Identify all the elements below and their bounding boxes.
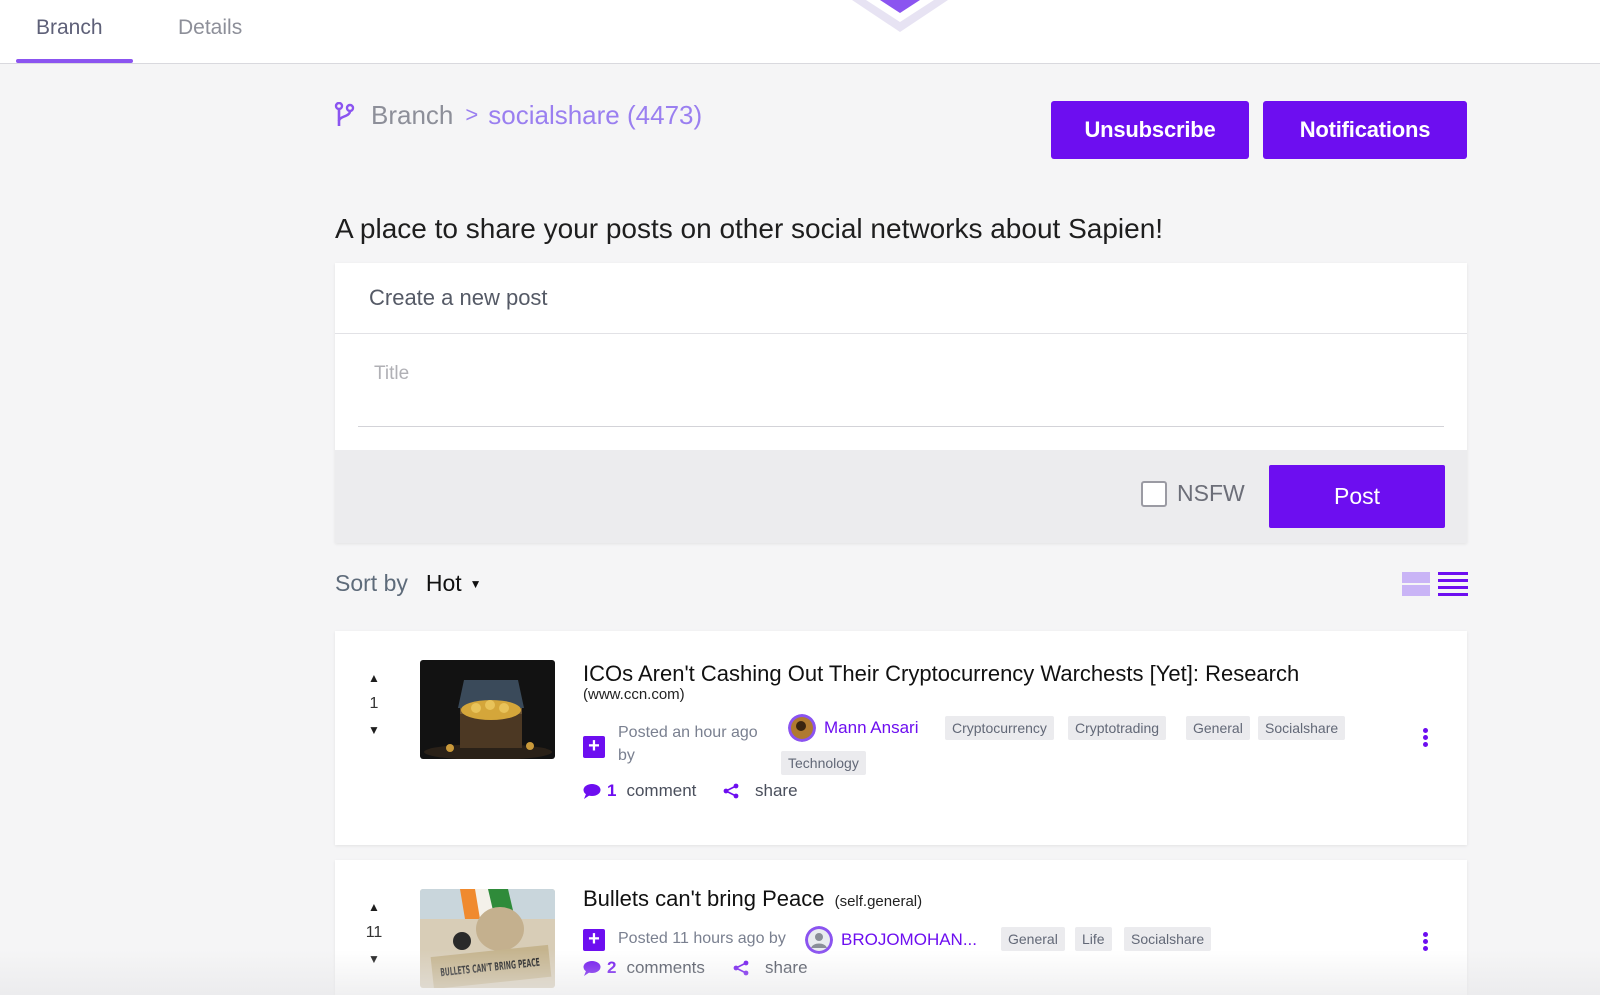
share-label: share [755,781,798,800]
downvote-icon[interactable]: ▼ [363,952,385,966]
post-title-text[interactable]: Bullets can't bring Peace [583,886,824,911]
caret-down-icon[interactable]: ▼ [470,577,482,591]
author-name[interactable]: Mann Ansari [824,718,919,738]
post-domain[interactable]: (self.general) [835,893,923,910]
tag-technology[interactable]: Technology [781,751,866,775]
tag-socialshare[interactable]: Socialshare [1124,927,1212,951]
post-time: Posted an hour ago [618,724,758,741]
breadcrumb-current: socialshare (4473) [488,99,703,130]
comment-label: comment [626,781,697,800]
comment-icon [583,784,601,799]
post-thumbnail[interactable] [420,660,555,759]
nsfw-checkbox[interactable]: NSFW [1141,480,1245,507]
tag-general[interactable]: General [1186,716,1250,740]
comment-count: 2 [607,958,617,977]
tag-cryptotrading[interactable]: Cryptotrading [1068,716,1167,740]
branch-icon [334,102,355,126]
list-view-icon[interactable] [1438,570,1468,598]
post-author[interactable]: BROJOMOHAN... [805,926,977,954]
share-label: share [765,958,808,977]
tab-branch[interactable]: Branch [36,0,103,63]
more-options-icon[interactable] [1423,932,1429,953]
avatar [805,926,833,954]
add-to-collection-button[interactable]: + [583,929,605,951]
nsfw-checkbox-box[interactable] [1141,480,1167,507]
sort-value[interactable]: Hot [426,570,462,597]
comment-icon [583,961,601,976]
share-icon [723,783,739,799]
breadcrumb: Branch > socialshare (4473) [333,97,702,133]
upvote-icon[interactable]: ▲ [363,900,385,914]
tag-socialshare[interactable]: Socialshare [1258,716,1346,740]
share-link[interactable]: share [723,781,798,801]
comments-link[interactable]: 2 comments [583,958,705,978]
breadcrumb-home[interactable]: Branch [371,100,453,131]
branch-description: A place to share your posts on other soc… [335,213,1164,244]
unsubscribe-button[interactable]: Unsubscribe [1051,101,1249,159]
composer-heading: Create a new post [335,263,1467,334]
nsfw-label: NSFW [1177,480,1245,506]
tag-general[interactable]: General [1001,927,1065,951]
tab-details[interactable]: Details [178,0,242,63]
card-view-icon[interactable] [1402,570,1430,598]
comment-count: 1 [607,781,617,800]
post-author[interactable]: Mann Ansari [788,714,919,742]
post-score: 1 [369,695,379,712]
post-title[interactable]: ICOs Aren't Cashing Out Their Cryptocurr… [583,661,1299,687]
post-card: ▲ 11 ▼ BULLETS CAN'T BRING PEACE Bullets… [335,860,1467,995]
post-button[interactable]: Post [1269,465,1445,528]
share-icon [733,960,749,976]
post-composer: Create a new post NSFW Post [335,263,1467,543]
view-toggle [1402,570,1468,598]
post-by: by [618,747,635,764]
sort-label: Sort by [335,570,408,596]
breadcrumb-separator: > [465,102,479,127]
post-title[interactable]: Bullets can't bring Peace (self.general) [583,886,922,912]
sort-control: Sort by Hot ▼ [335,570,482,597]
tag-cryptocurrency[interactable]: Cryptocurrency [945,716,1054,740]
post-score: 11 [365,924,383,941]
author-name[interactable]: BROJOMOHAN... [841,930,977,950]
vote-control: ▲ 1 ▼ [363,671,385,737]
comment-label: comments [626,958,705,977]
share-link[interactable]: share [733,958,808,978]
composer-footer: NSFW Post [335,450,1467,543]
more-options-icon[interactable] [1423,728,1429,749]
sand-art-image: BULLETS CAN'T BRING PEACE [420,889,555,988]
vote-control: ▲ 11 ▼ [363,900,385,966]
notifications-button[interactable]: Notifications [1263,101,1467,159]
post-domain[interactable]: (www.ccn.com) [583,686,685,703]
add-to-collection-button[interactable]: + [583,736,605,758]
active-tab-indicator [16,59,133,63]
post-card: ▲ 1 ▼ ICOs Aren't Cashing Out Their Cryp… [335,631,1467,845]
top-tab-bar: Branch Details [0,0,1600,64]
comments-link[interactable]: 1 comment [583,781,696,801]
post-time: Posted 11 hours ago by [618,930,786,947]
title-input[interactable] [358,353,1446,395]
sapien-logo-icon [852,0,948,32]
avatar [788,714,816,742]
treasure-chest-image [420,660,555,759]
tag-life[interactable]: Life [1075,927,1112,951]
post-meta: Posted an hour ago by [618,721,758,767]
downvote-icon[interactable]: ▼ [363,723,385,737]
upvote-icon[interactable]: ▲ [363,671,385,685]
post-thumbnail[interactable]: BULLETS CAN'T BRING PEACE [420,889,555,988]
title-field-wrapper [358,353,1446,427]
